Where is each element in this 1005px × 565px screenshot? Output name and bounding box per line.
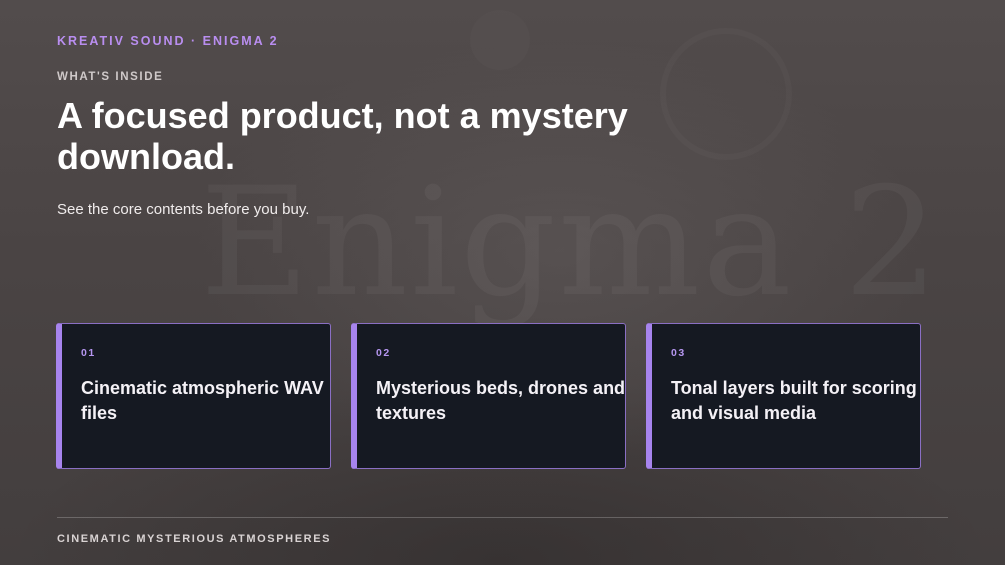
footer-divider: [57, 517, 948, 518]
content-card-2: 02 Mysterious beds, drones and textures: [351, 323, 626, 469]
card-number: 02: [376, 347, 391, 359]
footer-tagline: CINEMATIC MYSTERIOUS ATMOSPHERES: [57, 533, 332, 545]
content-card-1: 01 Cinematic atmospheric WAV files: [56, 323, 331, 469]
section-eyebrow: WHAT'S INSIDE: [57, 71, 164, 83]
card-text: Tonal layers built for scoring and visua…: [671, 378, 917, 423]
content-card-3: 03 Tonal layers built for scoring and vi…: [646, 323, 921, 469]
watermark-title: Enigma 2: [200, 168, 941, 318]
brand-label: KREATIV SOUND · ENIGMA 2: [57, 34, 279, 48]
page-subtitle: See the core contents before you buy.: [57, 201, 310, 218]
card-text: Cinematic atmospheric WAV files: [81, 378, 324, 423]
card-number: 01: [81, 347, 96, 359]
page-title: A focused product, not a mystery downloa…: [57, 95, 628, 177]
card-text: Mysterious beds, drones and textures: [376, 378, 626, 423]
card-number: 03: [671, 347, 686, 359]
background-decoration: [470, 10, 530, 70]
